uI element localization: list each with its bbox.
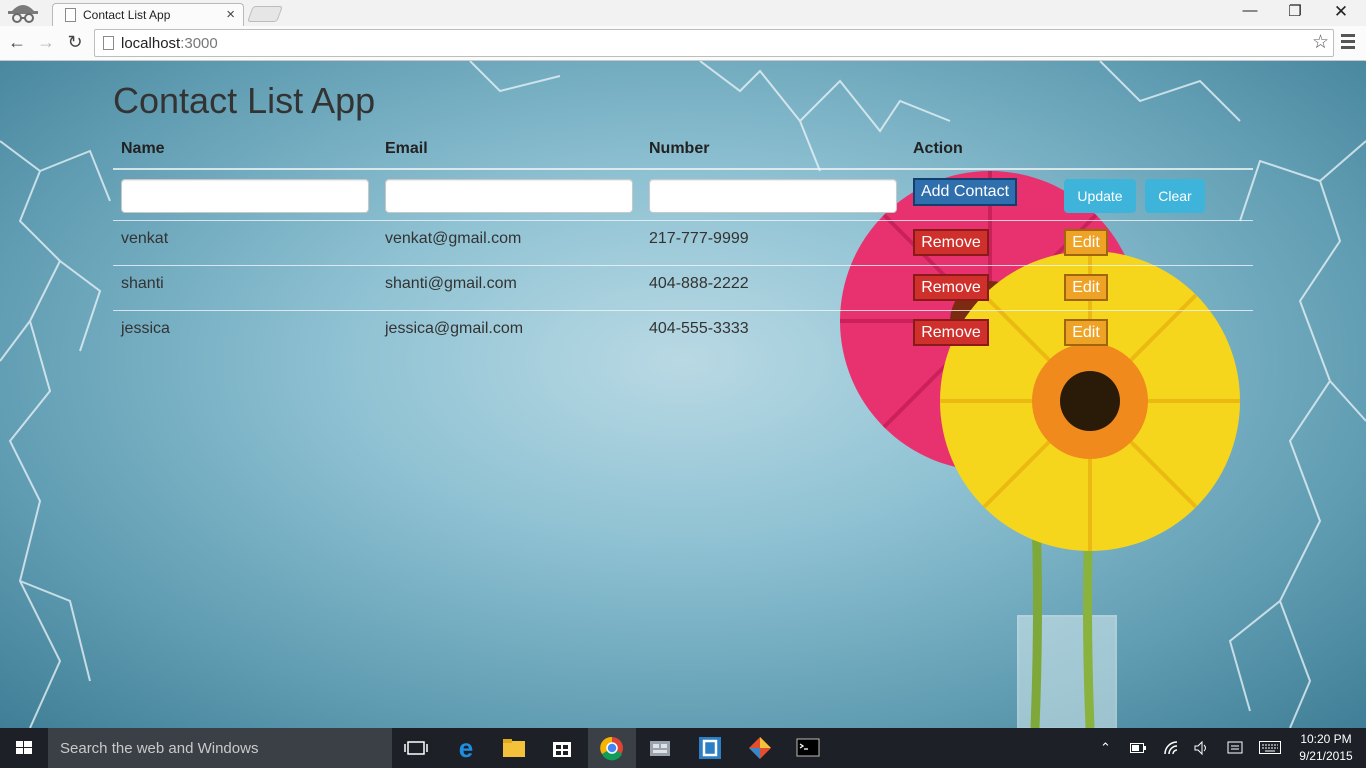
- column-header-action: Action: [913, 140, 963, 157]
- column-header-email: Email: [385, 140, 428, 157]
- tab-title: Contact List App: [83, 8, 171, 22]
- address-bar[interactable]: localhost:3000 ☆: [94, 29, 1334, 57]
- remove-button[interactable]: Remove: [913, 229, 989, 256]
- column-header-number: Number: [649, 140, 710, 157]
- brackets-icon[interactable]: [686, 728, 734, 768]
- page-title: Contact List App: [113, 80, 376, 121]
- volume-icon[interactable]: [1194, 740, 1210, 756]
- edit-button[interactable]: Edit: [1064, 274, 1108, 301]
- action-center-icon[interactable]: [1227, 740, 1243, 756]
- browser-toolbar: ← → ↻ localhost:3000 ☆: [0, 26, 1366, 61]
- contact-email: jessica@gmail.com: [385, 320, 524, 337]
- contact-name: shanti: [121, 275, 164, 292]
- add-contact-button[interactable]: Add Contact: [913, 178, 1017, 206]
- contact-number: 404-888-2222: [649, 275, 749, 292]
- url-text[interactable]: localhost:3000: [121, 35, 218, 52]
- system-clock[interactable]: 10:20 PM 9/21/2015: [1296, 731, 1356, 765]
- update-button[interactable]: Update: [1064, 179, 1136, 213]
- page-icon: [65, 8, 76, 22]
- contact-name: jessica: [121, 320, 170, 337]
- battery-icon[interactable]: [1130, 742, 1146, 754]
- edit-button[interactable]: Edit: [1064, 319, 1108, 346]
- git-icon[interactable]: [736, 728, 784, 768]
- number-input[interactable]: [649, 179, 897, 213]
- maximize-button[interactable]: ❐: [1272, 2, 1318, 20]
- bookmark-star-icon[interactable]: ☆: [1312, 31, 1329, 54]
- contact-number: 217-777-9999: [649, 230, 749, 247]
- remove-button[interactable]: Remove: [913, 319, 989, 346]
- browser-tab[interactable]: Contact List App ×: [52, 3, 244, 27]
- table-row: venkat venkat@gmail.com 217-777-9999 Rem…: [113, 221, 1253, 266]
- contact-number: 404-555-3333: [649, 320, 749, 337]
- reload-icon[interactable]: ↻: [64, 31, 86, 53]
- taskbar-search-box[interactable]: Search the web and Windows: [48, 728, 392, 768]
- email-input[interactable]: [385, 179, 633, 213]
- clock-date: 9/21/2015: [1299, 749, 1353, 763]
- contact-name: venkat: [121, 230, 169, 247]
- tab-close-icon[interactable]: ×: [226, 6, 235, 23]
- clock-time: 10:20 PM: [1300, 732, 1352, 746]
- contact-email: venkat@gmail.com: [385, 230, 522, 247]
- chrome-icon[interactable]: [588, 728, 636, 768]
- keyboard-icon[interactable]: [1259, 741, 1281, 755]
- store-icon[interactable]: [538, 728, 586, 768]
- contact-email: shanti@gmail.com: [385, 275, 517, 292]
- minimize-button[interactable]: —: [1227, 2, 1273, 19]
- search-placeholder: Search the web and Windows: [60, 740, 259, 757]
- close-window-button[interactable]: ✕: [1318, 2, 1364, 22]
- app-icon[interactable]: [636, 728, 684, 768]
- incognito-icon: [8, 5, 38, 23]
- forward-arrow-icon[interactable]: →: [35, 31, 57, 53]
- edit-button[interactable]: Edit: [1064, 229, 1108, 256]
- wifi-icon[interactable]: [1163, 740, 1179, 756]
- windows-taskbar: Search the web and Windows e ⌃ 10:20 PM …: [0, 728, 1366, 768]
- show-hidden-icons-icon[interactable]: ⌃: [1100, 740, 1111, 756]
- file-explorer-icon[interactable]: [490, 728, 538, 768]
- table-row: shanti shanti@gmail.com 404-888-2222 Rem…: [113, 266, 1253, 311]
- page-content: Contact List App Name Email Number Actio…: [0, 61, 1366, 728]
- table-row: jessica jessica@gmail.com 404-555-3333 R…: [113, 311, 1253, 356]
- new-tab-button[interactable]: [247, 6, 283, 22]
- column-header-name: Name: [121, 140, 165, 157]
- svg-text:e: e: [459, 733, 473, 763]
- windows-start-icon[interactable]: [0, 728, 48, 768]
- remove-button[interactable]: Remove: [913, 274, 989, 301]
- terminal-icon[interactable]: [784, 728, 832, 768]
- menu-icon[interactable]: [1341, 34, 1355, 52]
- flower-background-art: [0, 61, 1366, 728]
- edge-icon[interactable]: e: [442, 728, 490, 768]
- name-input[interactable]: [121, 179, 369, 213]
- browser-tabstrip: Contact List App × — ❐ ✕: [0, 0, 1366, 27]
- clear-button[interactable]: Clear: [1145, 179, 1205, 213]
- header-divider: [113, 168, 1253, 170]
- back-arrow-icon[interactable]: ←: [6, 31, 28, 53]
- page-icon: [103, 36, 114, 50]
- task-view-icon[interactable]: [392, 728, 440, 768]
